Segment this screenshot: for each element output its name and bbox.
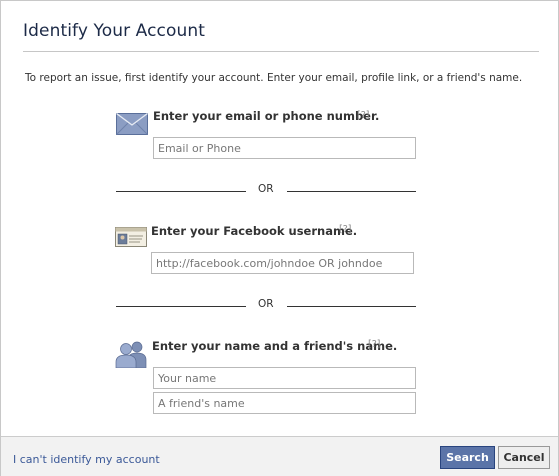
dialog-footer: I can't identify my account Search Cance… xyxy=(1,436,558,476)
email-heading: Enter your email or phone number. xyxy=(153,109,380,123)
email-or-phone-input[interactable] xyxy=(153,137,416,159)
cant-identify-account-link[interactable]: I can't identify my account xyxy=(13,453,160,466)
title-divider xyxy=(23,51,539,52)
facebook-username-input[interactable] xyxy=(151,252,414,274)
friend-name-input[interactable] xyxy=(153,392,416,414)
search-button[interactable]: Search xyxy=(440,446,495,469)
envelope-icon xyxy=(116,113,148,135)
dialog-title: Identify Your Account xyxy=(23,21,206,41)
intro-text: To report an issue, first identify your … xyxy=(25,72,523,84)
username-help-link[interactable]: [?] xyxy=(339,224,351,235)
your-name-input[interactable] xyxy=(153,367,416,389)
or-label: OR xyxy=(258,298,274,310)
name-help-link[interactable]: [?] xyxy=(368,339,380,350)
name-heading: Enter your name and a friend's name. xyxy=(152,339,398,353)
email-help-link[interactable]: [?] xyxy=(357,110,369,121)
id-card-icon xyxy=(115,227,147,247)
cancel-button[interactable]: Cancel xyxy=(498,446,550,469)
or-divider-right xyxy=(287,306,416,307)
friends-icon xyxy=(115,341,147,368)
or-divider-right xyxy=(287,191,416,192)
or-label: OR xyxy=(258,183,274,195)
or-divider-left xyxy=(116,191,246,192)
or-divider-left xyxy=(116,306,246,307)
identify-account-dialog: Identify Your Account To report an issue… xyxy=(0,0,559,476)
username-heading: Enter your Facebook username. xyxy=(151,224,358,238)
